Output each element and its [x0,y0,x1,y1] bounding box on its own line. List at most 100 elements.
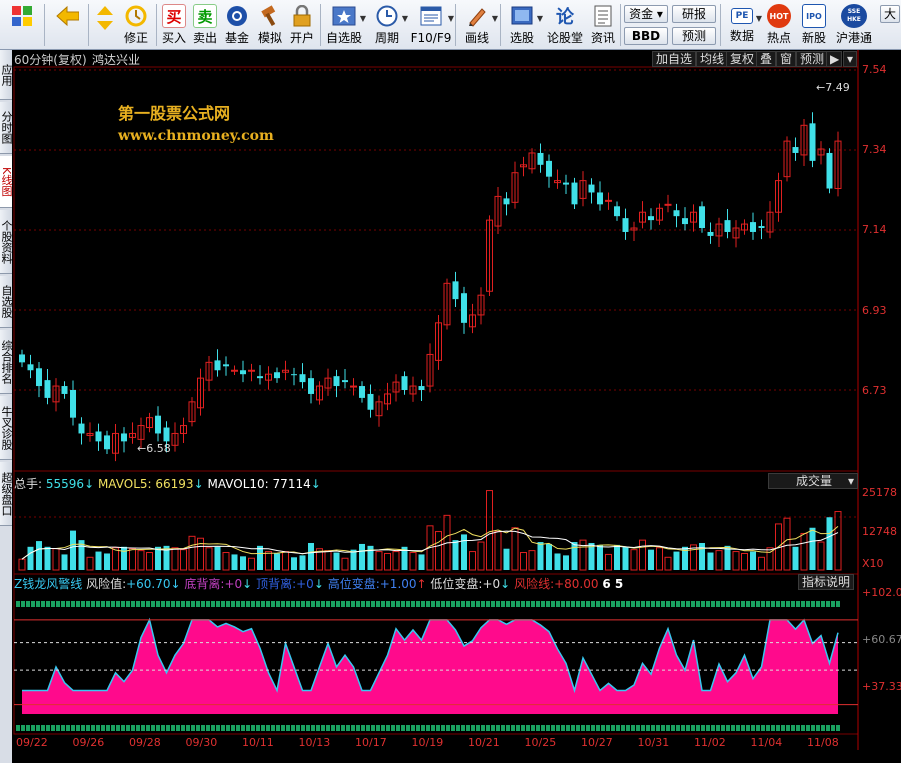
volume-bar [707,552,714,570]
signal-tick [516,601,520,607]
stock-pick-button[interactable]: ▼ 选股 [503,2,543,48]
simulate-button[interactable]: 模拟 [255,2,285,48]
signal-tick [296,601,300,607]
y-tick-label: 7.34 [862,143,887,156]
news-button[interactable]: 资讯 [588,2,618,48]
indicator-help-button[interactable]: 指标说明 [798,574,854,590]
signal-tick [51,601,55,607]
data-button[interactable]: PE ▼ 数据 [724,2,762,48]
research-button[interactable]: 研报 [672,5,716,23]
volume-bar [817,541,825,571]
buy-button[interactable]: 买 买入 [160,2,188,48]
signal-tick [391,601,395,607]
fund-button[interactable]: 基金 [222,2,252,48]
candle-body [503,198,510,205]
updown-button[interactable] [92,2,118,48]
signal-tick [136,725,140,731]
back-arrow-icon [55,4,79,28]
signal-tick [456,601,460,607]
predict-button[interactable]: 预测 [796,51,829,67]
signal-tick [511,601,515,607]
home-button[interactable] [6,2,38,48]
forum-button[interactable]: 论 论股堂 [545,2,585,48]
candle-body [359,386,365,398]
y-tick-label: +37.33 [862,680,901,693]
sell-button[interactable]: 卖 卖出 [191,2,219,48]
signal-tick [471,725,475,731]
volume-bar [605,553,612,571]
signal-tick [686,601,690,607]
signal-tick [66,725,70,731]
signal-tick [326,725,330,731]
volume-bar [129,548,136,571]
hammer-icon [258,4,282,28]
signal-tick [806,725,810,731]
hot-button[interactable]: HOT 热点 [764,2,794,48]
f10-button[interactable]: ▼ F10/F9 [410,2,454,48]
signal-tick [416,601,420,607]
signal-tick [246,725,250,731]
favorites-button[interactable]: ▼ 自选股 [324,2,366,48]
signal-tick [226,725,230,731]
signal-tick [146,601,150,607]
volume-bar [299,555,306,570]
signal-tick [616,725,620,731]
signal-tick [341,601,345,607]
signal-tick [561,601,565,607]
open-account-button[interactable]: 开户 [287,2,317,48]
signal-tick [626,601,630,607]
forecast-button[interactable]: 预测 [672,27,716,45]
font-size-button[interactable]: 大 [880,5,900,23]
signal-tick [721,601,725,607]
kline-chart[interactable] [0,50,901,763]
volume-bar [137,550,145,571]
signal-tick [221,725,225,731]
stock-name: 鸿达兴业 [92,53,141,67]
bbd-button[interactable]: BBD [624,27,668,45]
signal-tick [451,725,455,731]
signal-tick [541,725,545,731]
sell-icon: 卖 [193,4,217,28]
signal-tick [521,601,525,607]
volume-bar [792,546,799,570]
window-button[interactable]: 窗 [776,51,797,67]
draw-line-button[interactable]: ▼ 画线 [458,2,498,48]
indicator-select[interactable]: 成交量 ▾ [768,473,858,489]
signal-tick [221,601,225,607]
fix-button[interactable]: 修正 [120,2,152,48]
chevron-down-icon[interactable]: ▾ [843,51,857,67]
signal-tick [46,725,50,731]
signal-tick [671,725,675,731]
adjust-button[interactable]: 复权 [726,51,759,67]
add-favorite-button[interactable]: 加自选 [652,51,697,67]
signal-tick [266,601,270,607]
signal-tick [166,601,170,607]
signal-tick [756,725,760,731]
up-down-icon [93,4,117,32]
signal-tick [251,725,255,731]
volume-bar [52,548,60,571]
y-tick-label: 6.73 [862,384,887,397]
volume-bar [579,539,587,571]
volume-bar [155,546,161,570]
capital-button[interactable]: 资金 ▾ [624,5,668,23]
hk-connect-button[interactable]: SSE HKE 沪港通 [834,2,874,48]
signal-tick [271,725,275,731]
period-button[interactable]: ▼ 周期 [368,2,408,48]
overlay-button[interactable]: 叠 [756,51,777,67]
signal-tick [496,725,500,731]
signal-tick [76,725,80,731]
expand-icon[interactable]: ▶ [826,51,842,67]
signal-tick [106,601,110,607]
signal-tick [331,725,335,731]
ma-button[interactable]: 均线 [696,51,729,67]
volume-bar [503,548,510,570]
signal-tick [306,725,310,731]
back-button[interactable] [50,2,84,48]
x-tick-label: 11/08 [807,736,839,749]
volume-bar [86,556,94,571]
signal-tick [491,601,495,607]
candle-body [350,385,357,388]
new-ipo-button[interactable]: IPO 新股 [798,2,830,48]
candle-body [461,293,467,323]
